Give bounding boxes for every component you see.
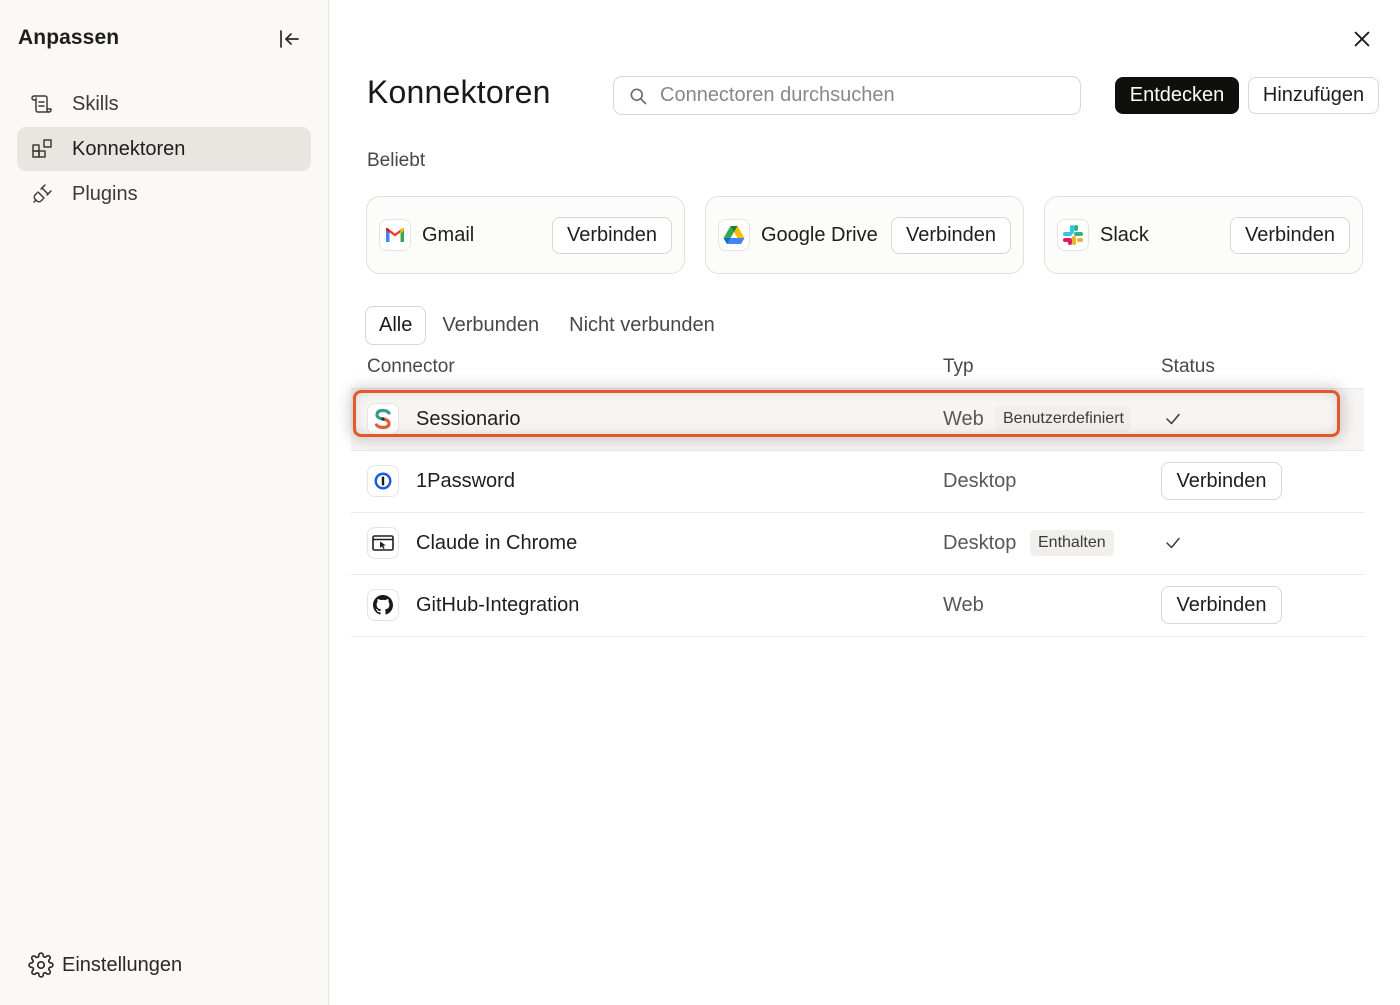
sidebar-item-konnektoren[interactable]: Konnektoren xyxy=(17,127,311,171)
sessionario-icon xyxy=(367,403,399,435)
sidebar-item-label: Konnektoren xyxy=(72,137,186,160)
check-icon xyxy=(1163,409,1183,429)
plug-icon xyxy=(29,181,55,207)
sidebar-item-label: Skills xyxy=(72,92,119,115)
popular-card-name: Slack xyxy=(1100,224,1149,246)
onepassword-icon xyxy=(367,465,399,497)
sidebar: Anpassen Skills Konnektoren Plugins Eins… xyxy=(0,0,329,1005)
popular-card-name: Google Drive xyxy=(761,224,878,246)
skills-icon xyxy=(29,91,55,117)
page-title: Konnektoren xyxy=(367,74,551,110)
connector-name: Claude in Chrome xyxy=(416,532,578,554)
sidebar-item-plugins[interactable]: Plugins xyxy=(17,172,311,216)
table-row[interactable]: Claude in Chrome Desktop Enthalten xyxy=(351,513,1364,575)
close-button[interactable] xyxy=(1348,25,1376,53)
included-badge: Enthalten xyxy=(1030,530,1114,556)
search-input[interactable] xyxy=(660,84,1060,107)
table-row[interactable]: Sessionario Web Benutzerdefiniert xyxy=(351,389,1364,451)
popular-card-gmail: Gmail Verbinden xyxy=(366,196,685,274)
custom-badge: Benutzerdefiniert xyxy=(995,406,1131,432)
collapse-sidebar-button[interactable] xyxy=(276,26,302,52)
connect-1password-button[interactable]: Verbinden xyxy=(1161,462,1282,500)
popular-card-google-drive: Google Drive Verbinden xyxy=(705,196,1024,274)
connector-type: Web xyxy=(943,594,984,616)
close-icon xyxy=(1354,31,1370,47)
connector-type: Web xyxy=(943,408,984,430)
gmail-icon xyxy=(379,219,411,251)
column-header-connector: Connector xyxy=(367,356,455,377)
connector-type: Desktop xyxy=(943,532,1017,554)
connect-gmail-button[interactable]: Verbinden xyxy=(552,217,672,254)
sidebar-item-label: Plugins xyxy=(72,182,138,205)
add-connector-button[interactable]: Hinzufügen xyxy=(1248,77,1379,114)
google-drive-icon xyxy=(718,219,750,251)
connect-slack-button[interactable]: Verbinden xyxy=(1230,217,1350,254)
connector-name: 1Password xyxy=(416,470,515,492)
check-icon xyxy=(1163,533,1183,553)
settings-label: Einstellungen xyxy=(62,953,183,976)
connect-github-button[interactable]: Verbinden xyxy=(1161,586,1282,624)
column-header-type: Typ xyxy=(943,356,974,377)
popular-card-slack: Slack Verbinden xyxy=(1044,196,1363,274)
search-icon xyxy=(628,86,648,106)
sidebar-title: Anpassen xyxy=(18,26,120,49)
search-box[interactable] xyxy=(613,76,1081,115)
tab-alle[interactable]: Alle xyxy=(365,306,427,345)
sidebar-item-skills[interactable]: Skills xyxy=(17,82,311,126)
connector-name: GitHub-Integration xyxy=(416,594,580,616)
github-icon xyxy=(367,589,399,621)
gear-icon xyxy=(28,952,54,978)
table-row[interactable]: GitHub-Integration Web Verbinden xyxy=(351,575,1364,637)
settings-button[interactable]: Einstellungen xyxy=(28,952,182,978)
tab-verbunden[interactable]: Verbunden xyxy=(428,306,553,345)
connectors-icon xyxy=(29,136,55,162)
connector-type: Desktop xyxy=(943,470,1017,492)
table-row[interactable]: 1Password Desktop Verbinden xyxy=(351,451,1364,513)
chrome-window-icon xyxy=(367,527,399,559)
connect-google-drive-button[interactable]: Verbinden xyxy=(891,217,1011,254)
collapse-left-icon xyxy=(280,30,299,48)
connector-name: Sessionario xyxy=(416,408,521,430)
column-header-status: Status xyxy=(1161,356,1215,377)
discover-button[interactable]: Entdecken xyxy=(1115,77,1239,114)
tab-nicht-verbunden[interactable]: Nicht verbunden xyxy=(555,306,729,345)
filter-tabs: Alle Verbunden Nicht verbunden xyxy=(365,306,731,345)
slack-icon xyxy=(1057,219,1089,251)
popular-card-name: Gmail xyxy=(422,224,475,246)
popular-section-label: Beliebt xyxy=(367,150,426,171)
